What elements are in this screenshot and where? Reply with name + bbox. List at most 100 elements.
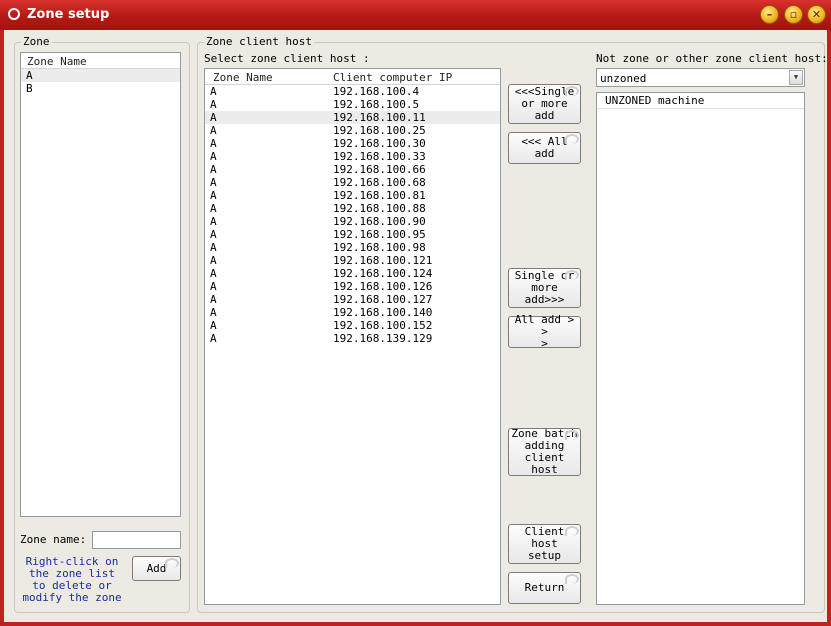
row-zone-name: A — [210, 176, 217, 189]
client-table-header[interactable]: Zone Name Client computer IP — [205, 69, 500, 85]
row-zone-name: A — [210, 124, 217, 137]
swirl-icon — [165, 558, 179, 568]
row-zone-name: A — [210, 215, 217, 228]
list-item[interactable]: UNZONED machine — [597, 93, 804, 109]
row-client-ip: 192.168.100.68 — [333, 176, 426, 189]
row-zone-name: A — [210, 228, 217, 241]
swirl-icon — [565, 430, 579, 440]
row-zone-name: A — [210, 332, 217, 345]
row-client-ip: 192.168.100.127 — [333, 293, 433, 306]
close-button[interactable]: ✕ — [807, 5, 826, 24]
row-client-ip: 192.168.100.90 — [333, 215, 426, 228]
client-host-table[interactable]: Zone Name Client computer IP A 192.168.10… — [204, 68, 501, 605]
swirl-icon — [565, 270, 579, 280]
minimize-button[interactable]: – — [760, 5, 779, 24]
add-zone-button[interactable]: Add — [132, 556, 181, 581]
all-add-left-button[interactable]: <<< All add — [508, 132, 581, 164]
row-zone-name: A — [210, 137, 217, 150]
table-row[interactable]: A 192.168.100.5 — [205, 98, 500, 111]
client-ip-column-header[interactable]: Client computer IP — [333, 71, 452, 84]
table-row[interactable]: A 192.168.100.121 — [205, 254, 500, 267]
row-zone-name: A — [210, 98, 217, 111]
other-zone-label: Not zone or other zone client host: — [596, 52, 828, 65]
zone-name-label: Zone name: — [20, 533, 87, 546]
zone-name-input[interactable] — [92, 531, 181, 549]
chevron-down-icon[interactable]: ▼ — [789, 70, 803, 85]
other-zone-list[interactable]: UNZONED machine — [596, 92, 805, 605]
row-client-ip: 192.168.100.124 — [333, 267, 433, 280]
row-zone-name: A — [210, 111, 217, 124]
swirl-icon — [565, 86, 579, 96]
table-row[interactable]: A 192.168.100.68 — [205, 176, 500, 189]
row-client-ip: 192.168.100.5 — [333, 98, 420, 111]
row-client-ip: 192.168.100.66 — [333, 163, 426, 176]
return-button[interactable]: Return — [508, 572, 581, 604]
single-add-right-button[interactable]: Single or more add>>> — [508, 268, 581, 308]
table-row[interactable]: A 192.168.100.25 — [205, 124, 500, 137]
title-bar: Zone setup – ▫ ✕ — [0, 0, 831, 30]
window-title: Zone setup — [27, 7, 110, 22]
table-row[interactable]: A 192.168.100.90 — [205, 215, 500, 228]
row-client-ip: 192.168.100.152 — [333, 319, 433, 332]
table-row[interactable]: A 192.168.100.127 — [205, 293, 500, 306]
zone-batch-add-button[interactable]: Zone batch adding client host — [508, 428, 581, 476]
row-client-ip: 192.168.100.25 — [333, 124, 426, 137]
row-zone-name: A — [210, 319, 217, 332]
client-host-setup-button[interactable]: Client host setup — [508, 524, 581, 564]
swirl-icon — [565, 526, 579, 536]
window-client: Zone Zone Name A B Zone name: Right-clic… — [4, 30, 828, 622]
zone-name-column-header[interactable]: Zone Name — [27, 55, 87, 68]
row-client-ip: 192.168.100.121 — [333, 254, 433, 267]
swirl-icon — [565, 574, 579, 584]
table-row[interactable]: A 192.168.100.33 — [205, 150, 500, 163]
all-add-right-button[interactable]: All add > > > — [508, 314, 581, 350]
zone-group-title: Zone — [21, 35, 52, 48]
zone-list-header[interactable]: Zone Name — [21, 53, 180, 69]
zone-list-item[interactable]: B — [21, 82, 180, 95]
row-zone-name: A — [210, 189, 217, 202]
row-zone-name: A — [210, 254, 217, 267]
row-client-ip: 192.168.100.95 — [333, 228, 426, 241]
row-client-ip: 192.168.100.81 — [333, 189, 426, 202]
row-zone-name: A — [210, 150, 217, 163]
table-row[interactable]: A 192.168.139.129 — [205, 332, 500, 345]
table-row[interactable]: A 192.168.100.152 — [205, 319, 500, 332]
row-client-ip: 192.168.100.88 — [333, 202, 426, 215]
zone-hint-text: Right-click on the zone list to delete o… — [22, 555, 122, 604]
row-client-ip: 192.168.100.98 — [333, 241, 426, 254]
table-row[interactable]: A 192.168.100.95 — [205, 228, 500, 241]
table-row[interactable]: A 192.168.100.11 — [205, 111, 500, 124]
zone-list-item[interactable]: A — [21, 69, 180, 82]
table-row[interactable]: A 192.168.100.66 — [205, 163, 500, 176]
app-icon — [8, 8, 20, 20]
client-rows: A 192.168.100.4 A 192.168.100.5 A 192.168.100… — [205, 85, 500, 345]
row-zone-name: A — [210, 202, 217, 215]
row-client-ip: 192.168.100.4 — [333, 85, 420, 98]
table-row[interactable]: A 192.168.100.81 — [205, 189, 500, 202]
table-row[interactable]: A 192.168.100.126 — [205, 280, 500, 293]
zone-filter-value: unzoned — [600, 72, 647, 85]
row-zone-name: A — [210, 241, 217, 254]
row-client-ip: 192.168.100.33 — [333, 150, 426, 163]
swirl-icon — [565, 134, 579, 144]
table-row[interactable]: A 192.168.100.124 — [205, 267, 500, 280]
row-zone-name: A — [210, 85, 217, 98]
table-row[interactable]: A 192.168.100.88 — [205, 202, 500, 215]
select-client-label: Select zone client host : — [204, 52, 370, 65]
row-client-ip: 192.168.139.129 — [333, 332, 433, 345]
single-add-left-button[interactable]: <<<Single or more add — [508, 84, 581, 124]
maximize-button[interactable]: ▫ — [784, 5, 803, 24]
row-client-ip: 192.168.100.140 — [333, 306, 433, 319]
table-row[interactable]: A 192.168.100.140 — [205, 306, 500, 319]
row-client-ip: 192.168.100.11 — [333, 111, 426, 124]
zone-list[interactable]: Zone Name A B — [20, 52, 181, 517]
row-zone-name: A — [210, 163, 217, 176]
row-zone-name: A — [210, 306, 217, 319]
row-client-ip: 192.168.100.30 — [333, 137, 426, 150]
table-row[interactable]: A 192.168.100.4 — [205, 85, 500, 98]
table-row[interactable]: A 192.168.100.98 — [205, 241, 500, 254]
zone-name-column-header[interactable]: Zone Name — [213, 71, 273, 84]
table-row[interactable]: A 192.168.100.30 — [205, 137, 500, 150]
zone-filter-select[interactable]: unzoned ▼ — [596, 68, 805, 87]
row-zone-name: A — [210, 267, 217, 280]
